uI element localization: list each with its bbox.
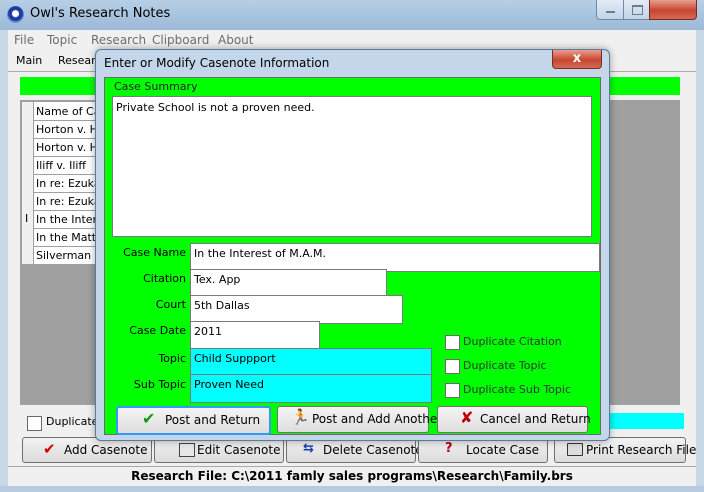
post-and-return-button[interactable]: ✔ Post and Return <box>116 406 271 435</box>
window-controls <box>596 0 698 20</box>
table-row[interactable]: In re: Ezukan <box>22 192 108 211</box>
case-summary-legend: Case Summary <box>114 80 198 93</box>
cancel-and-return-label: Cancel and Return <box>480 412 591 426</box>
add-casenote-label: Add Casenote <box>64 443 148 457</box>
locate-case-label: Locate Case <box>466 443 540 457</box>
locate-icon: ? <box>445 441 453 456</box>
table-row[interactable]: In re: Ezukan <box>22 174 108 193</box>
duplicate-citation-checkbox[interactable] <box>445 335 460 350</box>
case-summary-textarea[interactable]: Private School is not a proven need. <box>112 96 592 237</box>
case-name-cell: Silverman v. <box>36 249 104 262</box>
cancel-and-return-button[interactable]: ✘ Cancel and Return <box>437 406 591 433</box>
sub-topic-input[interactable]: Proven Need <box>190 374 432 403</box>
sub-topic-label: Sub Topic <box>133 378 186 391</box>
minimize-icon <box>606 11 615 13</box>
print-research-file-label: Print Research File <box>586 443 697 457</box>
main-duplicate-checkbox[interactable] <box>27 416 42 431</box>
checkmark-icon: ✔ <box>43 440 56 458</box>
case-name-label: Case Name <box>123 246 186 259</box>
case-list-grid[interactable]: Name of Case Horton v. Ho Horton v. Ho I… <box>22 102 113 265</box>
menu-file[interactable]: File <box>14 33 34 47</box>
checkmark-icon: ✔ <box>142 409 156 428</box>
edit-icon <box>179 443 195 457</box>
grid-header-row: Name of Case <box>22 102 113 121</box>
court-input[interactable]: 5th Dallas <box>190 295 403 324</box>
delete-icon: ⇆ <box>303 441 314 456</box>
menu-research[interactable]: Research <box>91 33 146 47</box>
tab-main[interactable]: Main <box>16 54 42 67</box>
delete-casenote-label: Delete Casenote <box>323 443 423 457</box>
post-and-return-label: Post and Return <box>165 413 261 427</box>
running-person-icon: 🏃 <box>291 408 310 426</box>
citation-input[interactable]: Tex. App <box>190 269 387 298</box>
table-row[interactable]: I In the Interes <box>22 210 109 229</box>
table-row[interactable]: In the Matter <box>22 228 107 247</box>
cancel-x-icon: ✘ <box>460 408 474 427</box>
dialog-title: Enter or Modify Casenote Information <box>104 56 330 70</box>
table-row[interactable]: Horton v. Ho <box>22 120 105 139</box>
status-text: Research File: C:\2011 famly sales progr… <box>131 469 573 483</box>
post-and-add-another-button[interactable]: 🏃 Post and Add Another <box>277 406 442 433</box>
duplicate-sub-topic-checkbox[interactable] <box>445 383 460 398</box>
status-bar: Research File: C:\2011 famly sales progr… <box>8 466 696 486</box>
table-row[interactable]: Silverman v. <box>22 246 104 265</box>
text-cursor-icon: I <box>25 212 29 225</box>
window-title: Owl's Research Notes <box>30 6 171 21</box>
menu-bar: File Topic Research Clipboard About <box>8 30 696 50</box>
close-icon: x <box>572 51 582 66</box>
menu-clipboard[interactable]: Clipboard <box>152 33 209 47</box>
printer-icon <box>567 443 583 456</box>
court-label: Court <box>155 298 186 311</box>
post-and-add-another-label: Post and Add Another <box>312 412 443 426</box>
duplicate-citation-label: Duplicate Citation <box>463 335 562 348</box>
edit-casenote-label: Edit Casenote <box>197 443 281 457</box>
close-button[interactable] <box>649 0 697 20</box>
case-date-label: Case Date <box>129 324 186 337</box>
maximize-button[interactable] <box>623 0 652 20</box>
case-name-cell: Iliff v. Iliff <box>36 159 87 172</box>
duplicate-topic-checkbox[interactable] <box>445 359 460 374</box>
table-row[interactable]: Iliff v. Iliff <box>22 156 102 175</box>
topic-input[interactable]: Child Suppport <box>190 348 432 377</box>
maximize-icon <box>632 5 643 15</box>
duplicate-sub-topic-label: Duplicate Sub Topic <box>463 383 572 396</box>
table-row[interactable]: Horton v. Ho <box>22 138 105 157</box>
case-date-input[interactable]: 2011 <box>190 321 320 350</box>
topic-label: Topic <box>158 352 186 365</box>
duplicate-topic-label: Duplicate Topic <box>463 359 547 372</box>
owl-app-icon[interactable] <box>7 6 24 23</box>
dialog-close-button[interactable]: x <box>552 50 602 69</box>
window-bottom-frame <box>0 486 704 492</box>
menu-topic[interactable]: Topic <box>47 33 77 47</box>
case-name-input[interactable]: In the Interest of M.A.M. <box>190 243 600 272</box>
minimize-button[interactable] <box>596 0 626 20</box>
citation-label: Citation <box>143 272 186 285</box>
menu-about[interactable]: About <box>218 33 253 47</box>
